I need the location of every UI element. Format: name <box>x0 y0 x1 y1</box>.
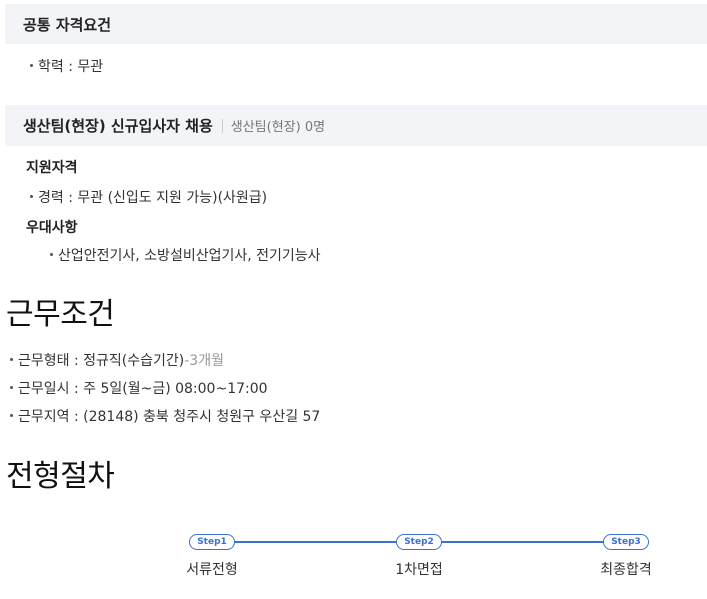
position-title: 생산팀(현장) 신규입사자 채용 <box>23 117 213 135</box>
title-divider <box>221 118 223 133</box>
employment-type: 근무형태 : 정규직(수습기간)-3개월 <box>10 352 224 370</box>
bullet-dot-icon <box>30 63 33 67</box>
step3-label: 최종합격 <box>600 562 652 578</box>
probation-period: -3개월 <box>184 353 224 369</box>
work-location: 근무지역 : (28148) 충북 청주시 청원구 우산길 57 <box>10 408 320 426</box>
bullet-dot-icon <box>50 252 53 256</box>
experience-requirement: 경력 : 무관 (신입도 지원 가능)(사원급) <box>30 189 267 207</box>
work-schedule: 근무일시 : 주 5일(월~금) 08:00~17:00 <box>10 380 268 398</box>
preference-heading: 우대사항 <box>26 220 78 236</box>
qualification-heading: 지원자격 <box>26 160 78 176</box>
bullet-dot-icon <box>30 194 33 198</box>
bullet-dot-icon <box>10 413 13 417</box>
step2-badge: Step2 <box>396 534 442 550</box>
job-posting-page: 공통 자격요건 학력 : 무관 생산팀(현장) 신규입사자 채용 생산팀(현장)… <box>0 0 707 599</box>
step3-badge: Step3 <box>603 534 649 550</box>
process-heading: 전형절차 <box>6 459 115 494</box>
step1-badge: Step1 <box>189 534 235 550</box>
bullet-dot-icon <box>10 357 13 361</box>
step2-label: 1차면접 <box>395 562 443 578</box>
position-bar: 생산팀(현장) 신규입사자 채용 생산팀(현장) 0명 <box>5 105 707 146</box>
position-subtitle: 생산팀(현장) 0명 <box>230 120 326 135</box>
common-requirements-title: 공통 자격요건 <box>23 15 112 34</box>
common-requirements-bar: 공통 자격요건 <box>5 4 707 44</box>
conditions-heading: 근무조건 <box>6 297 115 332</box>
education-requirement: 학력 : 무관 <box>30 58 103 76</box>
bullet-dot-icon <box>10 385 13 389</box>
preference-item: 산업안전기사, 소방설비산업기사, 전기기능사 <box>50 247 321 265</box>
step1-label: 서류전형 <box>186 562 238 578</box>
